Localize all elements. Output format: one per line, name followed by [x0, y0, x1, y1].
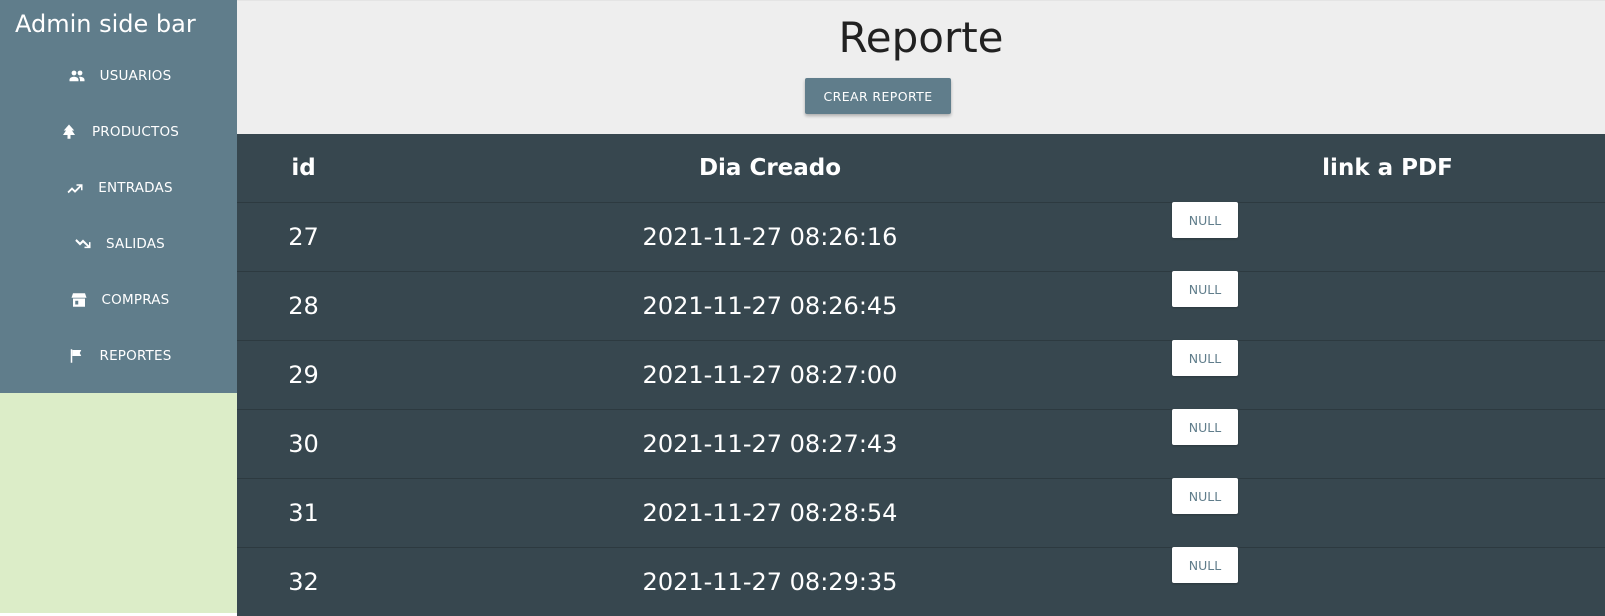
table-row: 32 2021-11-27 08:29:35 NULL [237, 548, 1605, 616]
flag-icon [65, 347, 87, 365]
column-header-id: id [237, 134, 370, 203]
pdf-link-cell: NULL [1170, 203, 1605, 272]
report-date-cell: 2021-11-27 08:27:00 [370, 341, 1170, 410]
pdf-link-cell: NULL [1170, 341, 1605, 410]
table-row: 30 2021-11-27 08:27:43 NULL [237, 410, 1605, 479]
reports-table: id Dia Creado link a PDF 27 2021-11-27 0… [237, 134, 1605, 616]
sidebar-item-reportes[interactable]: REPORTES [0, 328, 237, 384]
null-pdf-button[interactable]: NULL [1172, 409, 1238, 445]
report-date-cell: 2021-11-27 08:29:35 [370, 548, 1170, 616]
store-icon [68, 291, 90, 309]
pdf-link-cell: NULL [1170, 548, 1605, 616]
table-row: 31 2021-11-27 08:28:54 NULL [237, 479, 1605, 548]
report-date-cell: 2021-11-27 08:28:54 [370, 479, 1170, 548]
null-pdf-button[interactable]: NULL [1172, 547, 1238, 583]
null-pdf-button[interactable]: NULL [1172, 340, 1238, 376]
null-pdf-button[interactable]: NULL [1172, 478, 1238, 514]
sidebar-item-salidas[interactable]: SALIDAS [0, 216, 237, 272]
sidebar-item-label: USUARIOS [100, 68, 172, 84]
trending-down-icon [72, 235, 94, 253]
sidebar-item-label: ENTRADAS [98, 180, 173, 196]
table-header-row: id Dia Creado link a PDF [237, 134, 1605, 203]
sidebar-item-entradas[interactable]: ENTRADAS [0, 160, 237, 216]
users-icon [66, 67, 88, 85]
report-id-cell: 30 [237, 410, 370, 479]
tree-icon [58, 123, 80, 141]
create-report-button[interactable]: CREAR REPORTE [805, 78, 951, 114]
sidebar-title: Admin side bar [15, 10, 196, 38]
sidebar-item-label: PRODUCTOS [92, 124, 179, 140]
sidebar-item-label: REPORTES [99, 348, 171, 364]
sidebar-menu-panel: Admin side bar USUARIOS PRODUCTOS ENTRAD… [0, 0, 237, 393]
sidebar-item-compras[interactable]: COMPRAS [0, 272, 237, 328]
report-id-cell: 27 [237, 203, 370, 272]
trending-up-icon [64, 179, 86, 197]
sidebar-item-label: COMPRAS [102, 292, 170, 308]
sidebar-item-usuarios[interactable]: USUARIOS [0, 48, 237, 104]
main-content: Reporte CREAR REPORTE id Dia Creado link… [237, 0, 1605, 611]
sidebar-item-label: SALIDAS [106, 236, 165, 252]
report-date-cell: 2021-11-27 08:26:16 [370, 203, 1170, 272]
pdf-link-cell: NULL [1170, 410, 1605, 479]
null-pdf-button[interactable]: NULL [1172, 271, 1238, 307]
null-pdf-button[interactable]: NULL [1172, 202, 1238, 238]
report-id-cell: 31 [237, 479, 370, 548]
report-id-cell: 29 [237, 341, 370, 410]
pdf-link-cell: NULL [1170, 272, 1605, 341]
table-row: 29 2021-11-27 08:27:00 NULL [237, 341, 1605, 410]
report-date-cell: 2021-11-27 08:26:45 [370, 272, 1170, 341]
table-row: 28 2021-11-27 08:26:45 NULL [237, 272, 1605, 341]
report-id-cell: 28 [237, 272, 370, 341]
pdf-link-cell: NULL [1170, 479, 1605, 548]
page-title: Reporte [237, 13, 1605, 62]
report-id-cell: 32 [237, 548, 370, 616]
column-header-date: Dia Creado [370, 134, 1170, 203]
sidebar-item-productos[interactable]: PRODUCTOS [0, 104, 237, 160]
report-date-cell: 2021-11-27 08:27:43 [370, 410, 1170, 479]
sidebar-nav: USUARIOS PRODUCTOS ENTRADAS SALIDAS [0, 48, 237, 384]
column-header-pdf-link: link a PDF [1170, 134, 1605, 203]
table-row: 27 2021-11-27 08:26:16 NULL [237, 203, 1605, 272]
admin-sidebar: Admin side bar USUARIOS PRODUCTOS ENTRAD… [0, 0, 237, 613]
